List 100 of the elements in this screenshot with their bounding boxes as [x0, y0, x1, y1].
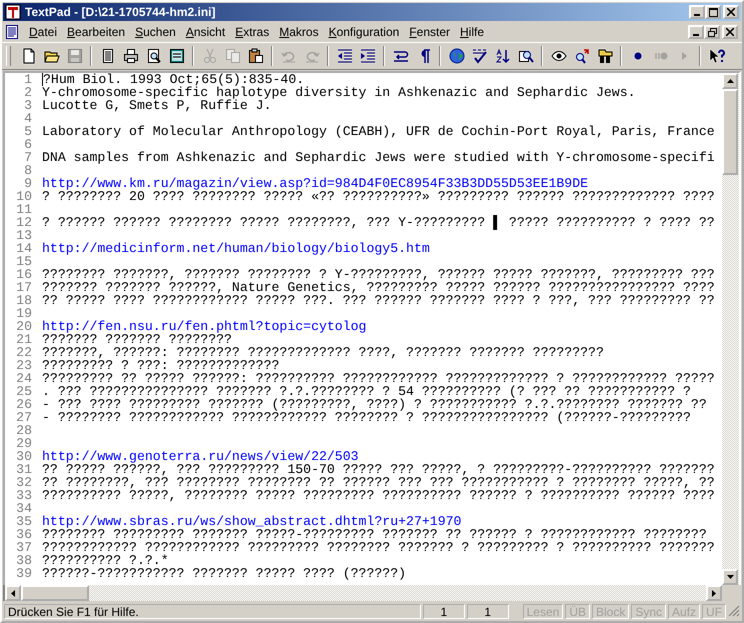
column-indicator: 1: [466, 604, 509, 618]
menu-item[interactable]: Ansicht: [180, 25, 230, 39]
close-button[interactable]: [722, 25, 738, 39]
url-text: http://www.km.ru/magazin/view.asp?id=984D4F0EC8954F33B3DD55D53EE1B9DE: [42, 177, 588, 190]
restore-button[interactable]: [704, 25, 720, 39]
line-number: 33: [15, 489, 33, 502]
menu-item[interactable]: Makros: [274, 25, 324, 39]
restore-icon: [708, 28, 716, 36]
text-line: DNA samples from Ashkenazic and Sephardic Jews were studied with Y-chromosome-specifi: [42, 151, 715, 164]
maximize-icon: [708, 8, 718, 16]
text-line: ??????? ??????? ??????, Nature Genetics, ????????? ????? ?????? ???????????????? ????: [42, 281, 715, 294]
close-button[interactable]: [723, 5, 739, 19]
line-number: 13: [15, 229, 33, 242]
right-arrow-icon: [712, 590, 716, 596]
maximize-button[interactable]: [705, 5, 721, 19]
line-number: 8: [23, 164, 33, 177]
line-number: 25: [15, 385, 33, 398]
line-number: 39: [15, 567, 33, 580]
line-number: 19: [15, 307, 33, 320]
text-line: ????????? ?? ????? ??????: ?????????? ???????????? ????????????? ? ???????????? ?????: [42, 372, 715, 385]
url-text: http://medicinform.net/human/biology/biology5.htm: [42, 242, 430, 255]
text-line: ?Hum Biol. 1993 Oct;65(5):835-40.: [43, 73, 304, 86]
scroll-thumb[interactable]: [722, 89, 738, 175]
line-number: 16: [15, 268, 33, 281]
horizontal-scrollbar[interactable]: [5, 585, 722, 601]
text-line: ??????? ??????? ????????: [42, 333, 232, 346]
line-number: 6: [23, 138, 33, 151]
line-number: 1: [23, 73, 33, 86]
line-number: 30: [15, 450, 33, 463]
window-title: TextPad - [D:\21-1705744-hm2.ini]: [25, 5, 216, 19]
minimize-button[interactable]: [689, 5, 705, 19]
text-line: ????????? ? ???: ?????????????: [42, 359, 280, 372]
text-line: ? ?????? ?????? ???????? ????? ????????, ??? Y-????????? ▌ ????? ?????????? ? ???? ??: [42, 216, 715, 229]
line-number: 36: [15, 528, 33, 541]
line-number: 10: [15, 190, 33, 203]
line-number: 7: [23, 151, 33, 164]
up-arrow-icon: [726, 79, 734, 83]
close-icon: [726, 28, 734, 36]
down-arrow-icon: [726, 575, 734, 579]
line-number: 21: [15, 333, 33, 346]
text-line: - ???????? ???????????? ???????????? ???????? ? ???????????????? (??????-?????????: [42, 411, 691, 424]
text-line: Y-chromosome-specific haplotype diversity in Ashkenazic and Sephardic Jews.: [42, 86, 636, 99]
line-number: 35: [15, 515, 33, 528]
line-number: 38: [15, 554, 33, 567]
document-icon[interactable]: [4, 24, 20, 40]
app-icon: [5, 4, 21, 20]
text-line: ?????????? ?????, ???????? ????? ????????? ?????????? ?????? ? ?????????? ?????? ????: [42, 489, 715, 502]
text-line: ???????? ????????? ??????? ?????-????????? ??????? ?? ?????? ? ???????????? ????????: [42, 528, 707, 541]
text-line: Laboratory of Molecular Anthropology (CEABH), UFR de Cochin-Port Royal, Paris, France: [42, 125, 715, 138]
line-number: 29: [15, 437, 33, 450]
scroll-thumb[interactable]: [21, 585, 89, 601]
line-number: 28: [15, 424, 33, 437]
menu-item[interactable]: Konfiguration: [324, 25, 404, 39]
line-number: 2: [23, 86, 33, 99]
url-text: http://fen.nsu.ru/fen.phtml?topic=cytolog: [42, 320, 366, 333]
vertical-scrollbar[interactable]: [722, 73, 739, 585]
line-number: 34: [15, 502, 33, 515]
line-number: 31: [15, 463, 33, 476]
line-number: 22: [15, 346, 33, 359]
line-number: 32: [15, 476, 33, 489]
line-number: 23: [15, 359, 33, 372]
text-line: ? ???????? 20 ???? ???????? ????? «?? ??????????» ????????? ?????? ????????????? ????: [42, 190, 715, 203]
text-line: ???????? ???????, ??????? ???????? ? Y-?????????, ?????? ????? ???????, ????????? ???: [42, 268, 715, 281]
line-number: 14: [15, 242, 33, 255]
url-text: http://www.genoterra.ru/news/view/22/503: [42, 450, 359, 463]
line-number: 3: [23, 99, 33, 112]
line-number: 26: [15, 398, 33, 411]
resize-grip-icon[interactable]: [728, 605, 740, 617]
line-number: 12: [15, 216, 33, 229]
text-line: ???????????? ???????????? ????????? ???????? ??????? ? ????????? ? ?????????? ???????: [42, 541, 715, 554]
text-line: ???????, ??????: ???????? ????????????? ????, ??????? ??????? ?????????: [42, 346, 604, 359]
left-arrow-icon: [11, 590, 15, 596]
text-line: ?? ????????, ??? ???????? ???????? ?? ?????? ??? ??? ??????????? ? ???????? ?????, ??: [42, 476, 715, 489]
text-line: . ??? ??????????????? ??????? ?.?.???????? ? 54 ?????????? (? ??? ?? ??????????? ?: [42, 385, 691, 398]
mode-indicator: Sync: [631, 604, 666, 618]
line-number: 11: [15, 203, 33, 216]
text-line: ?? ????? ???? ???????????? ????? ???. ??? ?????? ??????? ???? ? ???, ??? ????????? ??: [42, 294, 715, 307]
menu-item[interactable]: Suchen: [130, 25, 181, 39]
menu-item[interactable]: Bearbeiten: [62, 25, 130, 39]
line-number: 17: [15, 281, 33, 294]
line-number: 24: [15, 372, 33, 385]
line-number: 37: [15, 541, 33, 554]
menu-item[interactable]: Fenster: [404, 25, 455, 39]
line-number: 4: [23, 112, 33, 125]
line-number: 18: [15, 294, 33, 307]
close-icon: [727, 8, 735, 16]
menu-item[interactable]: Datei: [24, 25, 62, 39]
text-line: Lucotte G, Smets P, Ruffie J.: [42, 99, 272, 112]
text-line: ?????????? ?.?.*: [42, 554, 169, 567]
text-line: ??????-??????????? ??????? ????? ???? (??????): [42, 567, 406, 580]
line-number: 27: [15, 411, 33, 424]
menu-item[interactable]: Extras: [230, 25, 274, 39]
text-line: ?? ????? ??????, ??? ????????? 150-70 ????? ??? ?????, ? ?????????-?????????? ???????: [42, 463, 715, 476]
menu-item[interactable]: Hilfe: [455, 25, 490, 39]
url-text: http://www.sbras.ru/ws/show_abstract.dhtml?ru+27+1970: [42, 515, 462, 528]
line-number: 5: [23, 125, 33, 138]
line-indicator: 1: [422, 604, 465, 618]
line-number: 9: [23, 177, 33, 190]
minimize-button[interactable]: [688, 25, 704, 39]
status-message: Drücken Sie F1 für Hilfe.: [4, 604, 421, 618]
